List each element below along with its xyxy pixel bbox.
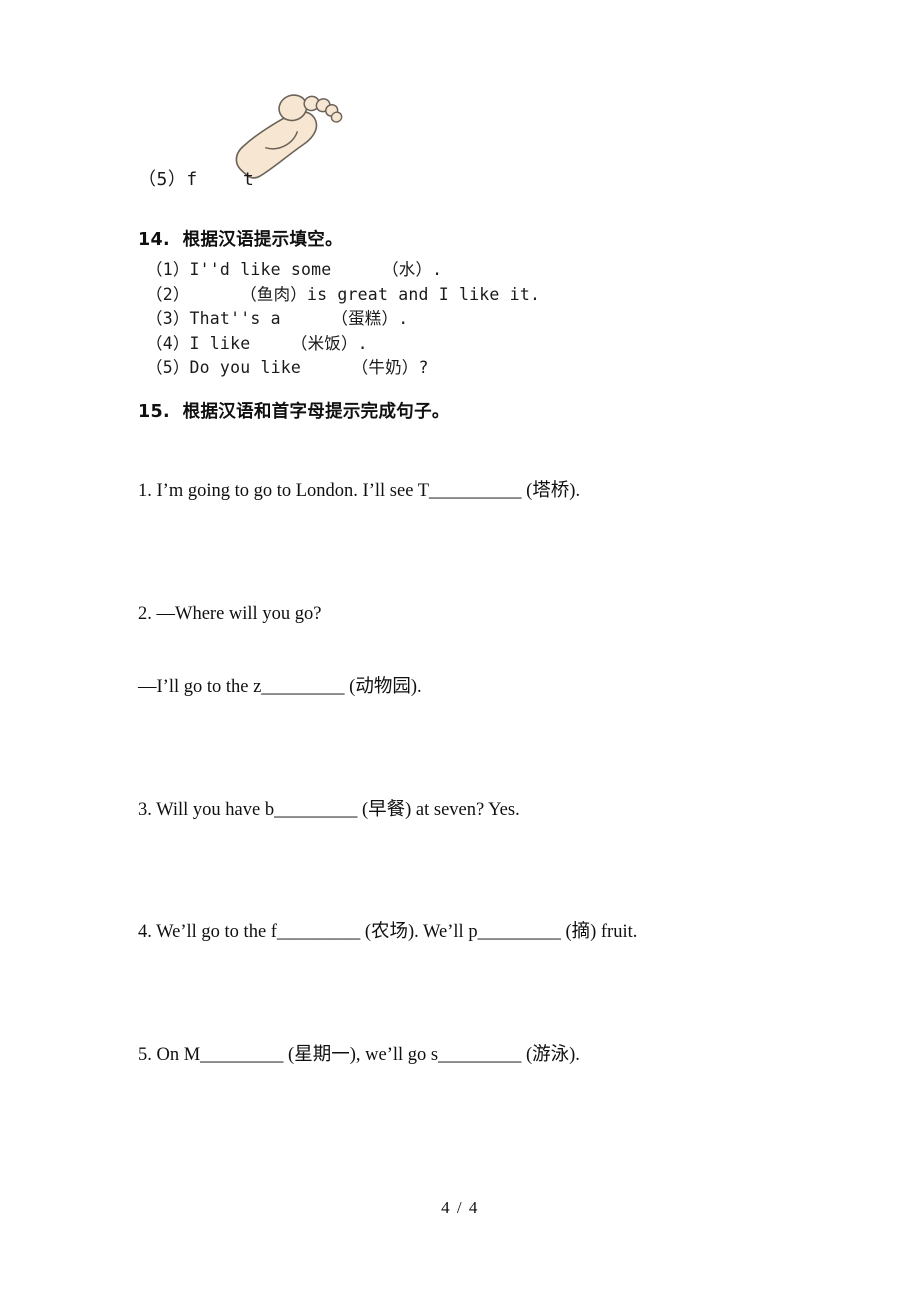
question-line: 3. Will you have b_________ (早餐) at seve…: [138, 799, 520, 820]
question-line: 1. I’m going to go to London. I’ll see T…: [138, 481, 581, 501]
section-15-heading: 15. 根据汉语和首字母提示完成句子。: [138, 402, 450, 422]
section-15: 15. 根据汉语和首字母提示完成句子。 1. I’m going to go t…: [138, 398, 838, 1116]
question-item: 2. —Where will you go? —I’ll go to the z…: [138, 553, 838, 749]
question-item: 3. Will you have b_________ (早餐) at seve…: [138, 749, 838, 872]
question-line: 5. On M_________ (星期一), we’ll go s______…: [138, 1044, 580, 1065]
section-14: 14. 根据汉语提示填空。 （1）I''d like some （水）. （2）…: [138, 226, 838, 381]
section-14-heading: 14. 根据汉语提示填空。: [138, 230, 343, 250]
question-item: （3）That''s a （蛋糕）.: [146, 309, 409, 328]
page-number: 4 / 4: [441, 1198, 479, 1217]
question-item: 1. I’m going to go to London. I’ll see T…: [138, 430, 838, 553]
question-item: （4）I like （米饭）.: [146, 333, 368, 353]
question-item: 5. On M_________ (星期一), we’ll go s______…: [138, 994, 838, 1117]
section-15-question-list: 1. I’m going to go to London. I’ll see T…: [138, 430, 838, 1116]
question-item: （2） （鱼肉）is great and I like it.: [146, 284, 541, 304]
worksheet-page: （5）f t 14. 根据汉语提示填空。 （1）I''d like some （…: [0, 0, 920, 1302]
question-item: （1）I''d like some （水）.: [146, 260, 443, 279]
question-item: 4. We’ll go to the f_________ (农场). We’l…: [138, 871, 838, 994]
carryover-question-block: （5）f t: [138, 92, 778, 202]
question-line: 4. We’ll go to the f_________ (农场). We’l…: [138, 922, 638, 942]
question-line-answer: —I’ll go to the z_________ (动物园).: [138, 677, 422, 697]
question-line: 2. —Where will you go?: [138, 603, 322, 624]
question-item: （5）Do you like （牛奶）?: [146, 358, 429, 377]
carryover-question-label: （5）f t: [138, 169, 255, 190]
section-14-question-list: （1）I''d like some （水）. （2） （鱼肉）is great …: [138, 258, 838, 381]
